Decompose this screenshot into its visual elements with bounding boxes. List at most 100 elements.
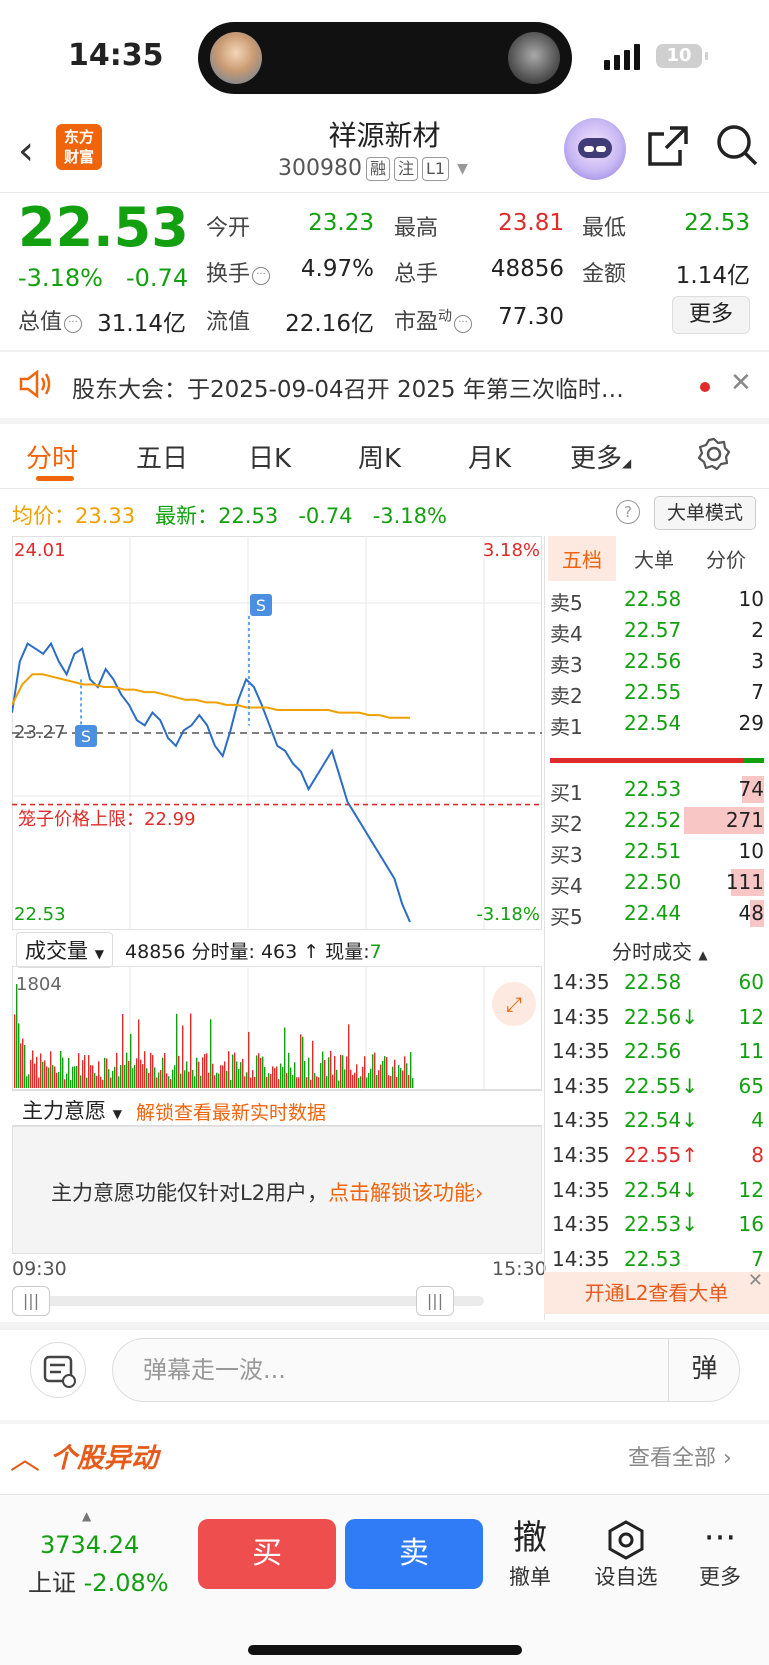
- tab-5day[interactable]: 五日: [136, 438, 188, 475]
- gear-icon[interactable]: [696, 436, 732, 472]
- volume-bar: [138, 1019, 140, 1088]
- volume-bar: [30, 1059, 32, 1088]
- volume-bar: [48, 1067, 50, 1088]
- close-icon: ✕: [747, 1270, 763, 1291]
- search-icon[interactable]: [714, 122, 760, 170]
- chart-bottom-pct: -3.18%: [476, 904, 540, 925]
- big-order-mode-button[interactable]: 大单模式: [654, 496, 756, 530]
- volume-bar: [152, 1055, 154, 1088]
- mainforce-unlock-link[interactable]: 点击解锁该功能›: [328, 1181, 483, 1205]
- index-value[interactable]: 3734.24: [40, 1531, 139, 1559]
- tab-intraday[interactable]: 分时: [26, 438, 78, 475]
- speaker-icon: [19, 369, 51, 399]
- volume-bar: [304, 1060, 306, 1088]
- volume-bar: [378, 1070, 380, 1088]
- tab-monthly-k[interactable]: 月K: [468, 438, 511, 475]
- danmaku-toggle[interactable]: 弹: [668, 1338, 740, 1402]
- l2-banner[interactable]: 开通L2查看大单 ✕: [544, 1270, 769, 1314]
- volume-bar: [18, 1023, 20, 1088]
- ai-assistant-icon[interactable]: [564, 118, 626, 180]
- chevron-down-icon: ▼: [457, 160, 468, 177]
- volume-bar: [102, 1079, 104, 1088]
- view-all-link[interactable]: 查看全部 ›: [628, 1440, 732, 1472]
- volume-bar: [134, 1064, 136, 1088]
- volume-bar: [376, 1075, 378, 1088]
- volume-bar: [194, 1076, 196, 1088]
- volume-bar: [110, 1077, 112, 1088]
- volume-bar: [32, 1050, 34, 1088]
- volume-bar: [162, 1057, 164, 1088]
- deal-row: 14:35 22.54↓ 12: [552, 1177, 764, 1202]
- volume-bar: [84, 1055, 86, 1088]
- signal-icon: [604, 44, 640, 70]
- volume-bar: [236, 1061, 238, 1088]
- tab-more[interactable]: 更多◢: [570, 438, 631, 475]
- help-icon[interactable]: ?: [616, 500, 640, 524]
- buy-button[interactable]: 买: [198, 1519, 336, 1589]
- volume-bar: [334, 1056, 336, 1088]
- volume-bar: [74, 1066, 76, 1088]
- volume-bar: [394, 1059, 396, 1088]
- stock-code: 300980: [278, 156, 362, 181]
- notice-bar[interactable]: 股东大会：于2025-09-04召开 2025 年第三次临时… ✕: [0, 352, 769, 416]
- volume-bar: [276, 1066, 278, 1088]
- volume-bar: [188, 1071, 190, 1088]
- high-value: 23.81: [498, 210, 564, 236]
- volume-bar: [326, 1076, 328, 1088]
- volume-bar: [406, 1063, 408, 1088]
- close-icon[interactable]: ✕: [730, 368, 752, 398]
- intraday-chart[interactable]: 24.01 3.18% 23.27 笼子价格上限：22.99 22.53 -3.…: [12, 536, 542, 930]
- volume-dropdown[interactable]: 成交量 ▼: [16, 932, 113, 968]
- tab-weekly-k[interactable]: 周K: [358, 438, 401, 475]
- range-slider-track[interactable]: [12, 1296, 484, 1306]
- stock-code-row[interactable]: 300980 融 注 L1 ▼: [278, 156, 468, 181]
- share-icon[interactable]: [646, 124, 690, 168]
- avg-price-line: [12, 673, 410, 719]
- volume-bar: [274, 1068, 276, 1088]
- volume-bar: [400, 1068, 402, 1088]
- volume-bar: [412, 1078, 414, 1088]
- sell-button[interactable]: 卖: [345, 1519, 483, 1589]
- volume-bar: [294, 1062, 296, 1088]
- volume-bar: [210, 1019, 212, 1088]
- total-volume: 48856: [125, 941, 186, 963]
- volume-bar: [364, 1056, 366, 1088]
- unlock-link[interactable]: 解锁查看最新实时数据: [136, 1098, 326, 1125]
- volume-bar: [328, 1057, 330, 1088]
- tab-level5[interactable]: 五档: [548, 536, 616, 581]
- range-handle-left[interactable]: |||: [12, 1286, 50, 1316]
- volume-bar: [258, 1053, 260, 1088]
- volume-bar: [336, 1069, 338, 1088]
- volume-bar: [214, 1075, 216, 1088]
- tab-daily-k[interactable]: 日K: [248, 438, 291, 475]
- volume-bar: [104, 1057, 106, 1088]
- index-name[interactable]: 上证 -2.08%: [28, 1563, 169, 1598]
- mainforce-locked-box: 主力意愿功能仅针对L2用户，点击解锁该功能›: [12, 1126, 542, 1254]
- add-watchlist-button[interactable]: 设自选: [586, 1515, 666, 1591]
- volume-bar: [402, 1070, 404, 1088]
- volume-bar: [360, 1076, 362, 1088]
- tab-price-dist[interactable]: 分价: [706, 544, 746, 573]
- mainforce-dropdown[interactable]: 主力意愿 ▼: [14, 1093, 130, 1127]
- danmaku-input[interactable]: 弹幕走一波...: [112, 1338, 740, 1402]
- cancel-order-button[interactable]: 撤撤单: [490, 1515, 570, 1591]
- volume-bar: [280, 1063, 282, 1088]
- time-end: 15:30: [492, 1258, 547, 1280]
- volume-bar: [58, 1071, 60, 1088]
- tab-big-orders[interactable]: 大单: [634, 544, 674, 573]
- comment-list-icon[interactable]: [30, 1342, 86, 1398]
- volume-bar: [40, 1053, 42, 1088]
- expand-icon[interactable]: ⤢: [492, 982, 536, 1026]
- volume-bar: [358, 1077, 360, 1088]
- stock-movers[interactable]: ︿ 个股异动 查看全部 ›: [0, 1424, 769, 1484]
- volume-bar: [54, 1066, 56, 1088]
- low-label: 最低: [582, 216, 627, 241]
- deal-row: 14:35 22.56 11: [552, 1039, 764, 1064]
- volume-bar: [128, 1060, 130, 1088]
- more-quote-button[interactable]: 更多: [672, 296, 750, 334]
- more-button[interactable]: ··· 更多: [680, 1515, 760, 1591]
- volume-bar: [142, 1064, 144, 1088]
- change-percent: -3.18%: [18, 264, 103, 292]
- range-handle-right[interactable]: |||: [416, 1286, 454, 1316]
- volume-bar: [312, 1040, 314, 1088]
